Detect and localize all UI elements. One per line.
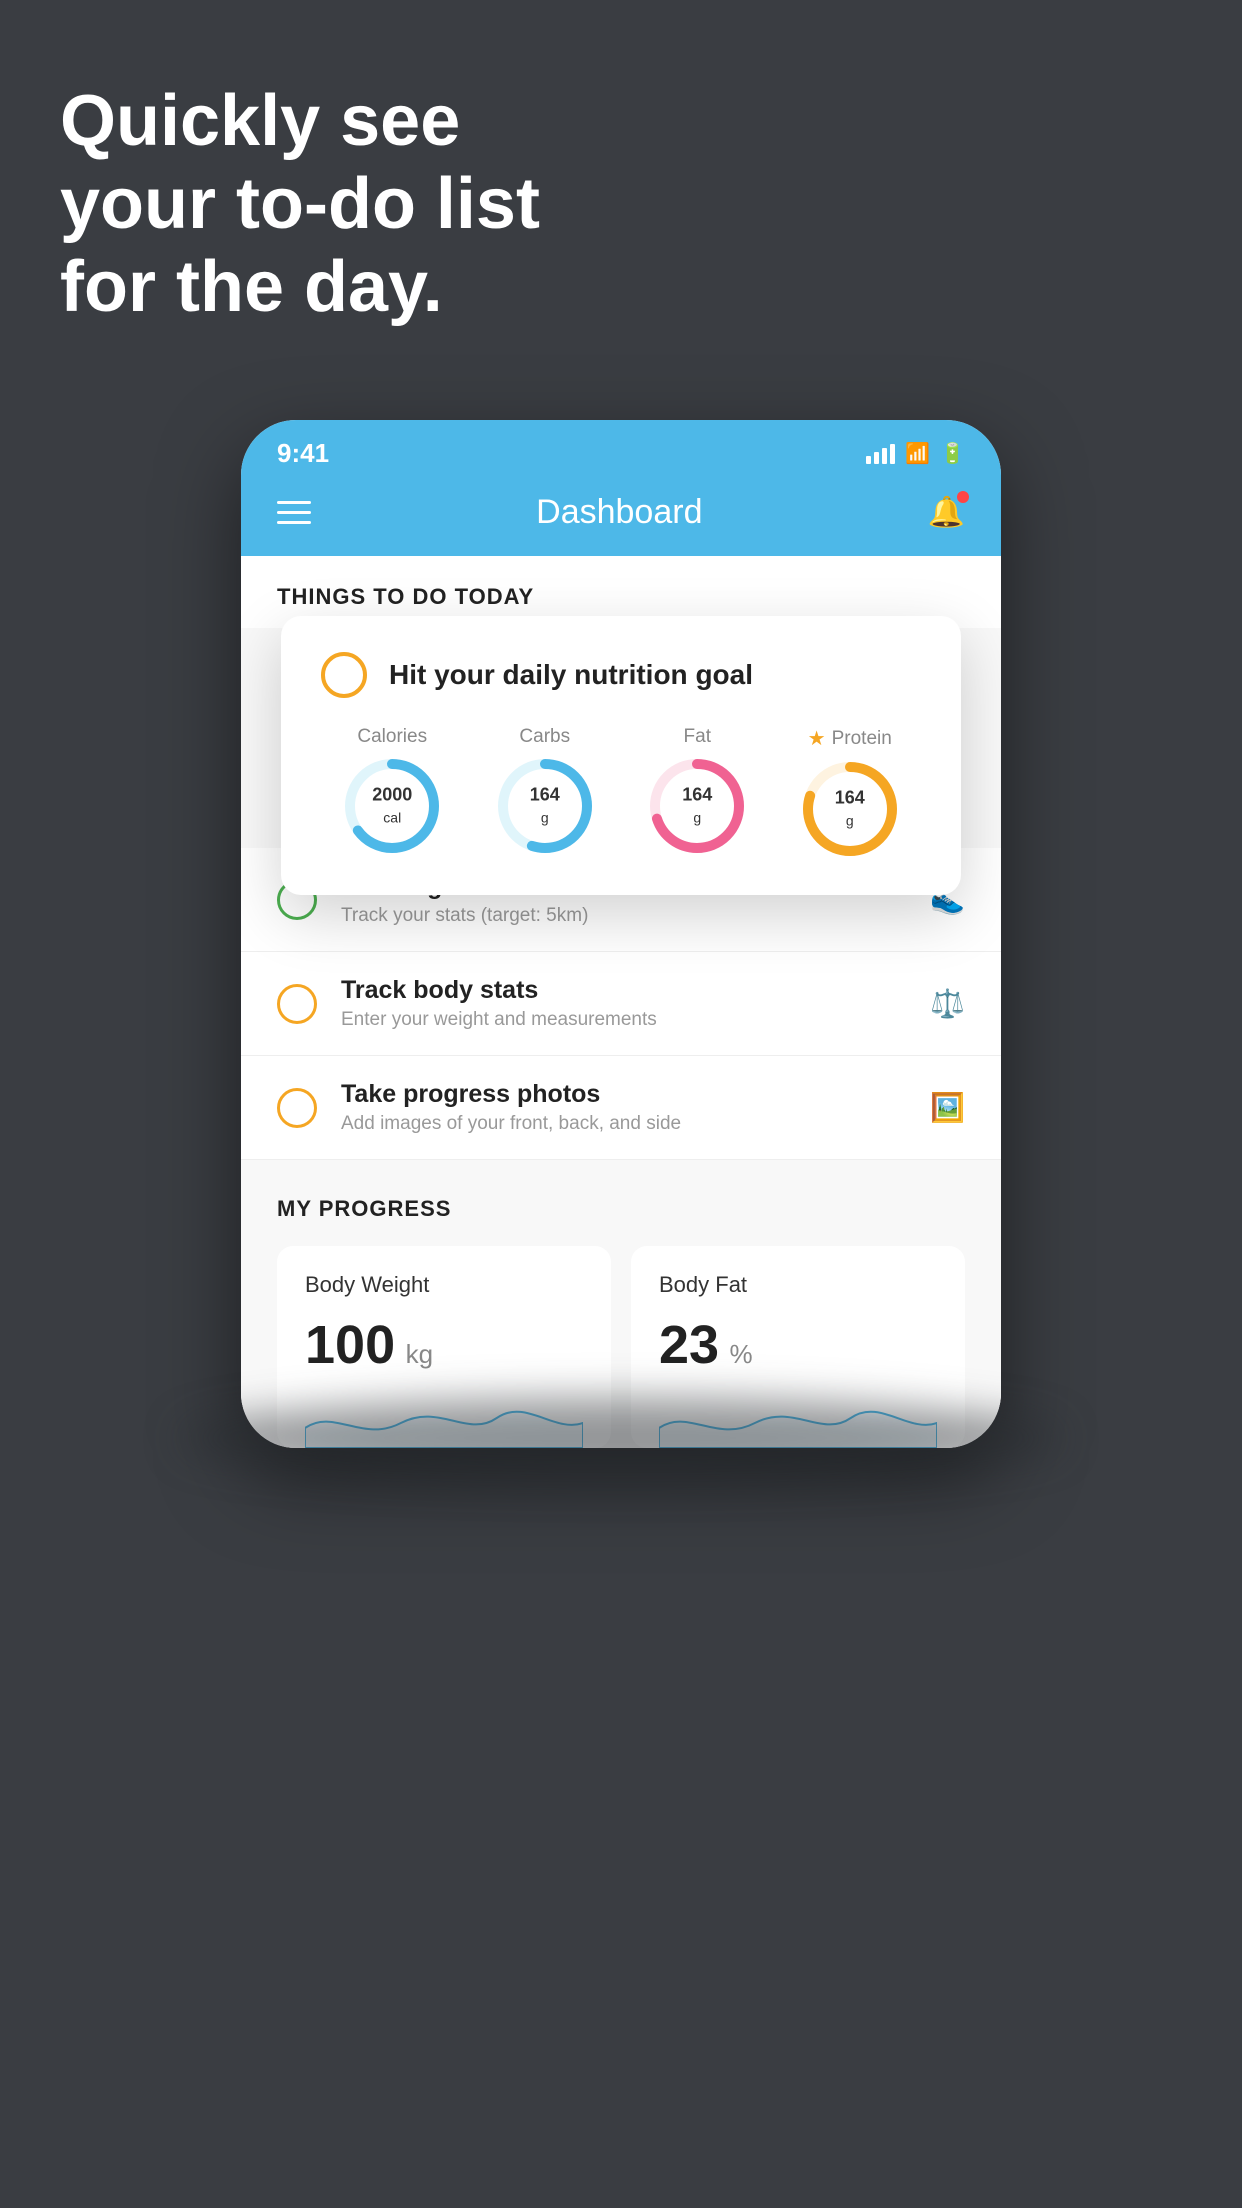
progress-card-title: Body Weight bbox=[305, 1272, 583, 1298]
progress-card-value: 100 kg bbox=[305, 1318, 583, 1372]
hamburger-icon[interactable] bbox=[277, 501, 311, 524]
content-area: THINGS TO DO TODAY Hit your daily nutrit… bbox=[241, 556, 1001, 1448]
hero-line3: for the day. bbox=[60, 246, 540, 329]
todo-circle bbox=[277, 1088, 317, 1128]
popup-header: Hit your daily nutrition goal bbox=[321, 652, 921, 698]
hero-line1: Quickly see bbox=[60, 80, 540, 163]
donut-value: 2000cal bbox=[372, 784, 412, 827]
notification-dot bbox=[957, 491, 969, 503]
nutrition-label: Fat bbox=[684, 726, 711, 748]
star-icon: ★ bbox=[808, 726, 826, 751]
nutrition-item: ★Protein 164g bbox=[800, 726, 900, 859]
todo-text: Track body stats Enter your weight and m… bbox=[341, 976, 906, 1031]
wifi-icon: 📶 bbox=[905, 441, 930, 466]
todo-subtitle: Add images of your front, back, and side bbox=[341, 1113, 906, 1135]
nutrition-item: Fat 164g bbox=[647, 726, 747, 859]
todo-item[interactable]: Take progress photos Add images of your … bbox=[241, 1056, 1001, 1160]
bell-icon[interactable]: 🔔 bbox=[928, 495, 965, 530]
donut-value: 164g bbox=[682, 784, 712, 827]
goal-check-circle[interactable] bbox=[321, 652, 367, 698]
progress-card-title: Body Fat bbox=[659, 1272, 937, 1298]
popup-title: Hit your daily nutrition goal bbox=[389, 659, 753, 691]
portrait-icon: 🖼️ bbox=[930, 1091, 965, 1124]
phone-frame: 9:41 📶 🔋 Dashboard 🔔 bbox=[241, 420, 1001, 1448]
nutrition-label: Carbs bbox=[519, 726, 570, 748]
nutrition-row: Calories 2000cal Carbs 164g Fat bbox=[321, 726, 921, 859]
scale-icon: ⚖️ bbox=[930, 987, 965, 1020]
nutrition-item: Calories 2000cal bbox=[342, 726, 442, 859]
status-bar: 9:41 📶 🔋 bbox=[241, 420, 1001, 479]
phone-wrapper: 9:41 📶 🔋 Dashboard 🔔 bbox=[241, 420, 1001, 1448]
todo-text: Take progress photos Add images of your … bbox=[341, 1080, 906, 1135]
progress-title: MY PROGRESS bbox=[277, 1196, 965, 1222]
battery-icon: 🔋 bbox=[940, 441, 965, 466]
nutrition-item: Carbs 164g bbox=[495, 726, 595, 859]
todo-circle bbox=[277, 984, 317, 1024]
header-title: Dashboard bbox=[536, 493, 702, 532]
hero-line2: your to-do list bbox=[60, 163, 540, 246]
hero-text: Quickly see your to-do list for the day. bbox=[60, 80, 540, 328]
donut-chart: 164g bbox=[495, 756, 595, 856]
donut-chart: 164g bbox=[647, 756, 747, 856]
time: 9:41 bbox=[277, 438, 329, 469]
donut-chart: 2000cal bbox=[342, 756, 442, 856]
nutrition-label: Calories bbox=[357, 726, 427, 748]
todo-subtitle: Track your stats (target: 5km) bbox=[341, 905, 906, 927]
todo-item[interactable]: Track body stats Enter your weight and m… bbox=[241, 952, 1001, 1056]
donut-chart: 164g bbox=[800, 759, 900, 859]
app-header: Dashboard 🔔 bbox=[241, 479, 1001, 556]
todo-title: Track body stats bbox=[341, 976, 906, 1005]
signal-icon bbox=[866, 444, 895, 464]
progress-card-value: 23 % bbox=[659, 1318, 937, 1372]
donut-value: 164g bbox=[530, 784, 560, 827]
todo-subtitle: Enter your weight and measurements bbox=[341, 1009, 906, 1031]
donut-value: 164g bbox=[835, 787, 865, 830]
todo-title: Take progress photos bbox=[341, 1080, 906, 1109]
status-icons: 📶 🔋 bbox=[866, 441, 965, 466]
popup-card: Hit your daily nutrition goal Calories 2… bbox=[281, 616, 961, 895]
nutrition-label: ★Protein bbox=[808, 726, 892, 751]
